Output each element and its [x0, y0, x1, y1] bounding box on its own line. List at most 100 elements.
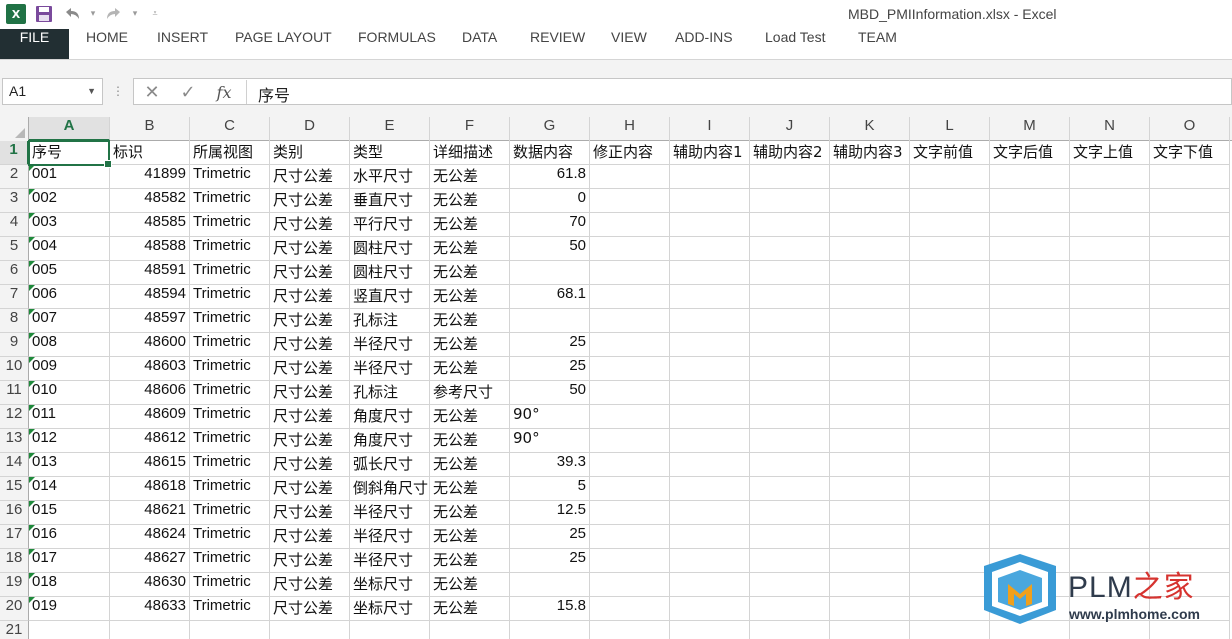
header-cell[interactable]: 辅助内容2	[750, 141, 830, 165]
cell[interactable]: Trimetric	[190, 285, 270, 309]
cell[interactable]: 无公差	[430, 477, 510, 501]
cell[interactable]: 48627	[110, 549, 190, 573]
cell[interactable]	[750, 165, 830, 189]
cell[interactable]: 48624	[110, 525, 190, 549]
cell[interactable]	[1150, 405, 1230, 429]
cell[interactable]	[750, 381, 830, 405]
cell[interactable]: 001	[29, 165, 110, 189]
cell[interactable]: Trimetric	[190, 357, 270, 381]
cell[interactable]	[990, 285, 1070, 309]
cell[interactable]	[910, 381, 990, 405]
row-header[interactable]: 6	[0, 261, 29, 285]
cell[interactable]: 尺寸公差	[270, 573, 350, 597]
cell[interactable]: 018	[29, 573, 110, 597]
cell[interactable]	[670, 453, 750, 477]
cell[interactable]	[670, 429, 750, 453]
column-header-o[interactable]: O	[1150, 117, 1230, 141]
cell[interactable]: 48600	[110, 333, 190, 357]
cell[interactable]: 半径尺寸	[350, 525, 430, 549]
header-cell[interactable]: 修正内容	[590, 141, 670, 165]
cell[interactable]	[990, 309, 1070, 333]
cell[interactable]	[670, 525, 750, 549]
cell[interactable]	[830, 453, 910, 477]
cell[interactable]	[1070, 477, 1150, 501]
cell[interactable]	[750, 621, 830, 639]
row-header[interactable]: 15	[0, 477, 29, 501]
cell[interactable]: 尺寸公差	[270, 213, 350, 237]
column-header-b[interactable]: B	[110, 117, 190, 141]
cell[interactable]	[670, 477, 750, 501]
cell[interactable]	[830, 621, 910, 639]
cell[interactable]: 半径尺寸	[350, 501, 430, 525]
row-header[interactable]: 16	[0, 501, 29, 525]
header-cell[interactable]: 数据内容	[510, 141, 590, 165]
column-header-h[interactable]: H	[590, 117, 670, 141]
cell[interactable]: 垂直尺寸	[350, 189, 430, 213]
formula-bar-splitter-icon[interactable]: ⋮	[112, 84, 124, 98]
cell[interactable]	[1150, 333, 1230, 357]
cell[interactable]: Trimetric	[190, 573, 270, 597]
header-cell[interactable]: 所属视图	[190, 141, 270, 165]
cell[interactable]: 25	[510, 333, 590, 357]
cell[interactable]	[910, 477, 990, 501]
cell[interactable]	[750, 189, 830, 213]
name-box-dropdown-icon[interactable]: ▼	[87, 86, 96, 96]
header-cell[interactable]: 文字上值	[1070, 141, 1150, 165]
row-header[interactable]: 19	[0, 573, 29, 597]
cell[interactable]: 016	[29, 525, 110, 549]
cell[interactable]	[990, 501, 1070, 525]
cell[interactable]: 尺寸公差	[270, 165, 350, 189]
cell[interactable]	[670, 165, 750, 189]
cell[interactable]: 尺寸公差	[270, 357, 350, 381]
column-header-m[interactable]: M	[990, 117, 1070, 141]
cell[interactable]	[670, 189, 750, 213]
cell[interactable]: 004	[29, 237, 110, 261]
column-header-i[interactable]: I	[670, 117, 750, 141]
row-header[interactable]: 5	[0, 237, 29, 261]
header-cell[interactable]: 辅助内容1	[670, 141, 750, 165]
cell[interactable]: 尺寸公差	[270, 405, 350, 429]
column-header-g[interactable]: G	[510, 117, 590, 141]
cell[interactable]: Trimetric	[190, 549, 270, 573]
cell[interactable]: 角度尺寸	[350, 429, 430, 453]
cell[interactable]	[1070, 525, 1150, 549]
cell[interactable]	[670, 549, 750, 573]
tab-page-layout[interactable]: PAGE LAYOUT	[235, 29, 332, 59]
cell[interactable]: 006	[29, 285, 110, 309]
cell[interactable]: 无公差	[430, 549, 510, 573]
cell[interactable]	[990, 405, 1070, 429]
cell[interactable]: 48585	[110, 213, 190, 237]
cell[interactable]: 圆柱尺寸	[350, 261, 430, 285]
cell[interactable]	[590, 309, 670, 333]
cell[interactable]	[590, 573, 670, 597]
column-header-j[interactable]: J	[750, 117, 830, 141]
cell[interactable]: Trimetric	[190, 429, 270, 453]
cell[interactable]: 无公差	[430, 165, 510, 189]
name-box[interactable]: A1 ▼	[2, 78, 103, 105]
cell[interactable]	[1070, 405, 1150, 429]
cell[interactable]	[670, 237, 750, 261]
tab-team[interactable]: TEAM	[858, 29, 897, 59]
cell[interactable]	[1150, 261, 1230, 285]
cell[interactable]	[830, 405, 910, 429]
cell[interactable]	[1150, 189, 1230, 213]
cell[interactable]: 009	[29, 357, 110, 381]
cell[interactable]: 尺寸公差	[270, 453, 350, 477]
cell[interactable]: 005	[29, 261, 110, 285]
cell[interactable]	[590, 189, 670, 213]
cell[interactable]	[590, 381, 670, 405]
cell[interactable]	[1150, 165, 1230, 189]
cell[interactable]	[910, 501, 990, 525]
cell[interactable]: 倒斜角尺寸	[350, 477, 430, 501]
cell[interactable]: 无公差	[430, 309, 510, 333]
cell[interactable]: 25	[510, 357, 590, 381]
cell[interactable]: 尺寸公差	[270, 237, 350, 261]
cell[interactable]	[670, 501, 750, 525]
cell[interactable]: 尺寸公差	[270, 189, 350, 213]
cell[interactable]	[830, 165, 910, 189]
cell[interactable]	[910, 309, 990, 333]
tab-review[interactable]: REVIEW	[530, 29, 585, 59]
cell[interactable]	[830, 189, 910, 213]
header-cell[interactable]: 文字后值	[990, 141, 1070, 165]
cell[interactable]: 孔标注	[350, 381, 430, 405]
